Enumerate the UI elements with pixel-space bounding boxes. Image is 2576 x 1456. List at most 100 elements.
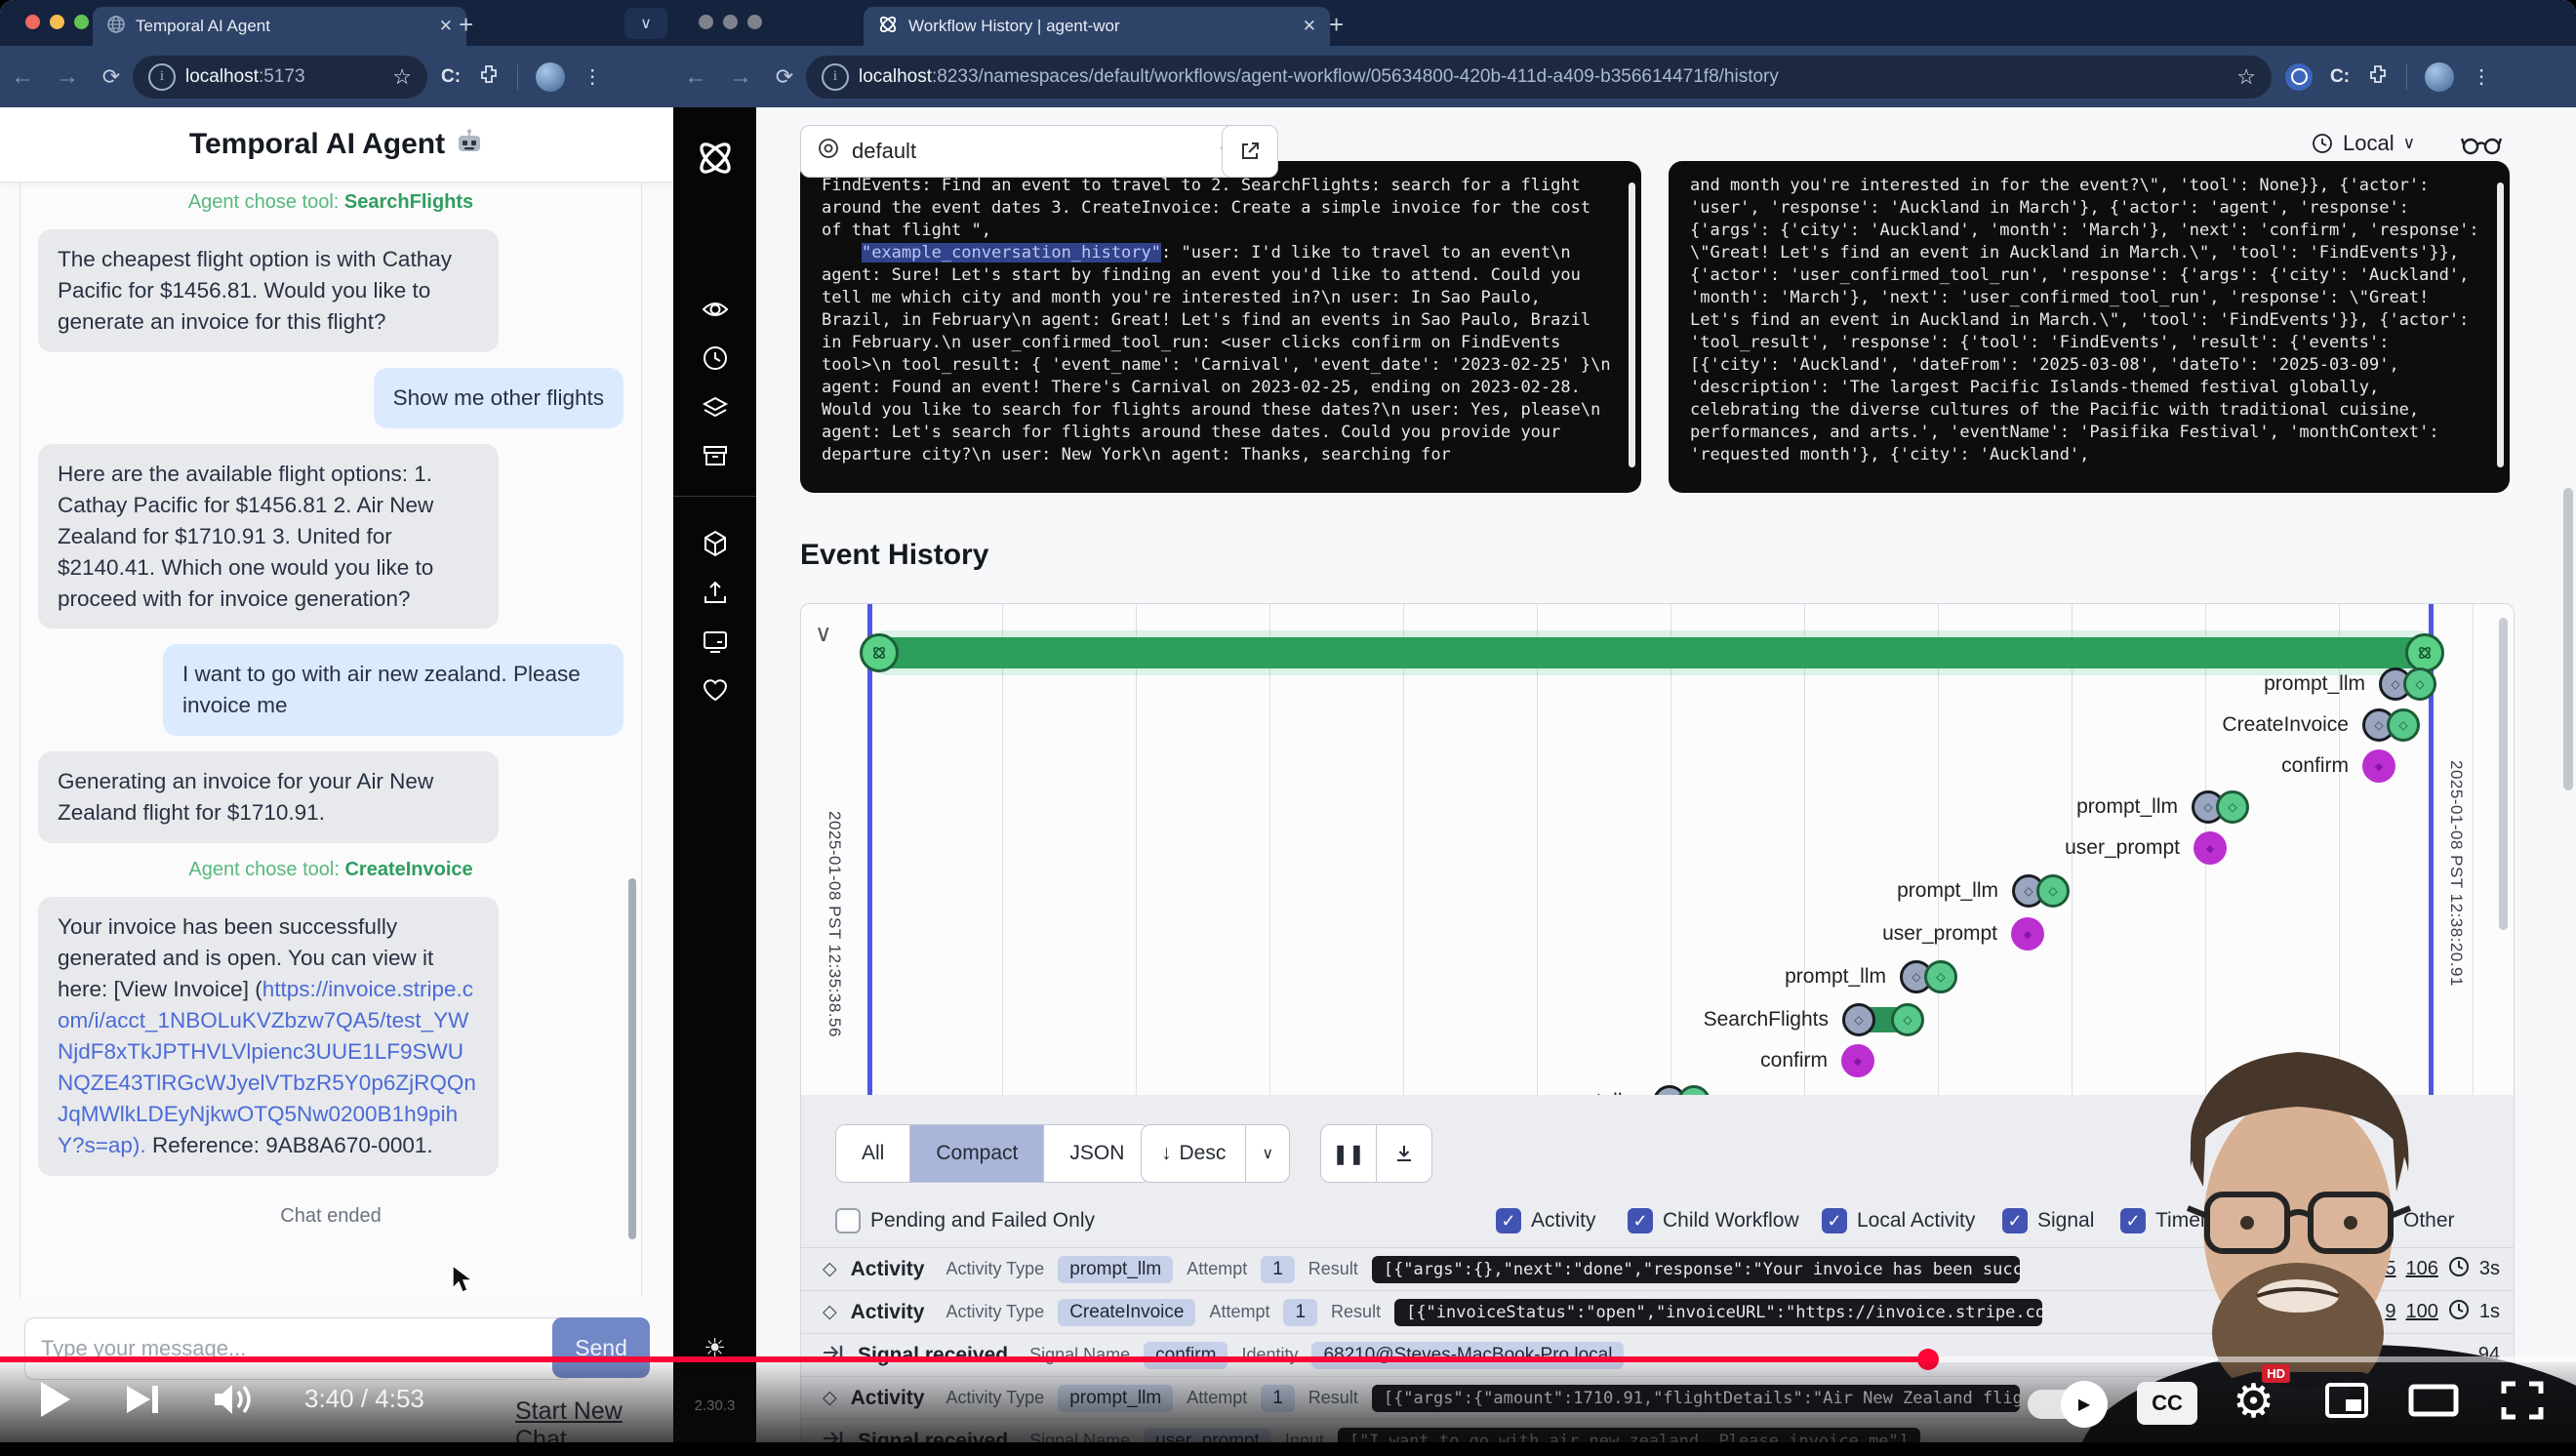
pause-autorefresh-button[interactable]: ❚❚: [1321, 1125, 1376, 1182]
site-info-icon[interactable]: i: [148, 63, 176, 91]
feedback-heart-icon[interactable]: [701, 675, 730, 709]
event-id-link[interactable]: 9: [2385, 1301, 2395, 1323]
timeline-event-signal[interactable]: ◆: [2011, 917, 2044, 950]
miniplayer-icon[interactable]: [2324, 1382, 2369, 1419]
chat-scroll-area[interactable]: Agent chose tool: SearchFlightsThe cheap…: [20, 182, 642, 1298]
workflows-eye-icon[interactable]: [701, 295, 730, 329]
dev-monitor-icon[interactable]: [701, 627, 730, 661]
share-upload-icon[interactable]: [701, 578, 730, 612]
site-info-icon[interactable]: i: [822, 63, 849, 91]
window-controls[interactable]: [25, 15, 89, 29]
event-id-link[interactable]: 100: [2406, 1301, 2438, 1323]
event-id-link[interactable]: 05: [2374, 1258, 2395, 1280]
view-mode-json[interactable]: JSON: [1043, 1125, 1149, 1182]
checkbox-unchecked[interactable]: [835, 1208, 861, 1234]
sort-button[interactable]: ↓Desc ∨: [1141, 1124, 1290, 1183]
volume-icon[interactable]: [213, 1382, 256, 1417]
timeline-event-pair[interactable]: ◇◇: [2379, 667, 2436, 701]
address-bar[interactable]: i localhost:8233/namespaces/default/work…: [806, 56, 2272, 99]
extensions-puzzle-icon[interactable]: [2367, 63, 2389, 90]
sort-caret-button[interactable]: ∨: [1245, 1125, 1289, 1182]
timeline-event-pair[interactable]: ◇◇: [2192, 790, 2249, 824]
zoom-window-button[interactable]: [747, 15, 762, 29]
event-id-link[interactable]: 106: [2406, 1258, 2438, 1280]
timeline-event-pair[interactable]: ◇◇: [2362, 708, 2420, 742]
open-external-button[interactable]: [1222, 125, 1278, 178]
forward-icon[interactable]: →: [45, 63, 90, 91]
bookmark-star-icon[interactable]: ☆: [392, 64, 412, 90]
batch-layers-icon[interactable]: [701, 392, 730, 426]
checkbox-checked[interactable]: ✓: [1628, 1208, 1653, 1234]
event-table-row[interactable]: ◇ActivityActivity TypeCreateInvoiceAttem…: [801, 1290, 2514, 1333]
browser-menu-icon[interactable]: ⋮: [2472, 64, 2492, 89]
reload-icon[interactable]: ⟳: [90, 64, 133, 90]
fullscreen-icon[interactable]: [2500, 1380, 2545, 1421]
archive-box-icon[interactable]: [701, 441, 730, 475]
tab-search-button[interactable]: ∨: [624, 8, 667, 39]
schedules-clock-icon[interactable]: [701, 344, 730, 378]
extension-c-icon[interactable]: C:: [441, 66, 461, 88]
checkbox-checked[interactable]: ✓: [2368, 1208, 2394, 1234]
back-icon[interactable]: ←: [0, 63, 45, 91]
address-bar[interactable]: i localhost:5173 ☆: [133, 56, 427, 99]
timeline-event-pair[interactable]: ◇◇: [1900, 960, 1957, 993]
reload-icon[interactable]: ⟳: [763, 64, 806, 90]
download-history-button[interactable]: [1376, 1125, 1431, 1182]
event-table-row[interactable]: ◇ActivityActivity Typeprompt_llmAttempt1…: [801, 1247, 2514, 1290]
filter-signal[interactable]: ✓Signal: [2002, 1208, 2094, 1234]
new-tab-button[interactable]: +: [1329, 10, 1344, 40]
checkbox-checked[interactable]: ✓: [1822, 1208, 1847, 1234]
checkbox-checked[interactable]: ✓: [2002, 1208, 2028, 1234]
settings-gear-icon[interactable]: ⚙HD: [2233, 1374, 2274, 1429]
next-video-icon[interactable]: [125, 1382, 160, 1417]
chat-scrollbar-thumb[interactable]: [628, 878, 636, 1239]
code-block-tool-prompt[interactable]: FindEvents: Find an event to travel to 2…: [800, 161, 1641, 493]
checkbox-checked[interactable]: ✓: [2120, 1208, 2146, 1234]
password-manager-icon[interactable]: [2285, 63, 2313, 91]
profile-avatar[interactable]: [2425, 62, 2454, 92]
extensions-puzzle-icon[interactable]: [478, 63, 500, 90]
timeline-event-signal[interactable]: ◆: [2194, 831, 2227, 865]
theater-mode-icon[interactable]: [2408, 1384, 2459, 1417]
close-window-button[interactable]: [699, 15, 713, 29]
close-tab-icon[interactable]: ✕: [439, 17, 453, 36]
timeline-event-signal[interactable]: ◆: [2362, 749, 2395, 783]
back-icon[interactable]: ←: [673, 63, 718, 91]
filter-child-workflow[interactable]: ✓Child Workflow: [1628, 1208, 1799, 1234]
tab-temporal-ai-agent[interactable]: Temporal AI Agent ✕: [93, 7, 466, 46]
timeline-event-pair[interactable]: ◇◇: [2012, 874, 2070, 908]
bookmark-star-icon[interactable]: ☆: [2236, 64, 2256, 90]
page-scrollbar-thumb[interactable]: [2563, 488, 2573, 790]
captions-button[interactable]: CC: [2137, 1382, 2197, 1425]
profile-avatar[interactable]: [536, 62, 565, 92]
temporal-logo-icon[interactable]: [694, 137, 737, 184]
labs-cube-icon[interactable]: [701, 529, 730, 563]
timeline-scrollbar-thumb[interactable]: [2499, 618, 2508, 930]
code-scrollbar-thumb[interactable]: [1629, 182, 1635, 467]
event-history-timeline[interactable]: ∨ 2025-01-08 PST 12:35:38.56 2025-01-08 …: [800, 603, 2515, 1097]
autoplay-toggle[interactable]: ▶: [2028, 1390, 2100, 1419]
code-scrollbar-thumb[interactable]: [2497, 182, 2504, 467]
invoice-link[interactable]: https://invoice.stripe.com/i/acct_1NBOLu…: [58, 977, 476, 1157]
close-window-button[interactable]: [25, 15, 40, 29]
view-mode-all[interactable]: All: [836, 1125, 909, 1182]
timeline-event-signal[interactable]: ◆: [1841, 1044, 1874, 1077]
filter-activity[interactable]: ✓Activity: [1496, 1208, 1596, 1234]
new-tab-button[interactable]: +: [459, 10, 473, 40]
filter-local-activity[interactable]: ✓Local Activity: [1822, 1208, 1975, 1234]
reader-glasses-icon[interactable]: [2461, 131, 2502, 163]
play-icon[interactable]: [37, 1380, 72, 1419]
checkbox-checked[interactable]: ✓: [1496, 1208, 1521, 1234]
minimize-window-button[interactable]: [50, 15, 64, 29]
timezone-select[interactable]: Local ∨: [2311, 131, 2415, 156]
namespace-select[interactable]: default ∨: [800, 125, 1248, 178]
zoom-window-button[interactable]: [74, 15, 89, 29]
browser-menu-icon[interactable]: ⋮: [583, 64, 603, 89]
extension-c-icon[interactable]: C:: [2330, 66, 2350, 88]
code-block-conversation-history[interactable]: and month you're interested in for the e…: [1669, 161, 2510, 493]
timeline-event-pair-bar[interactable]: ◇◇: [1842, 1003, 1924, 1036]
filter-other[interactable]: ✓Other: [2368, 1208, 2455, 1234]
tab-workflow-history[interactable]: Workflow History | agent-wor ✕: [864, 7, 1330, 46]
view-mode-compact[interactable]: Compact: [909, 1125, 1043, 1182]
filter-timer[interactable]: ✓Timer: [2120, 1208, 2207, 1234]
